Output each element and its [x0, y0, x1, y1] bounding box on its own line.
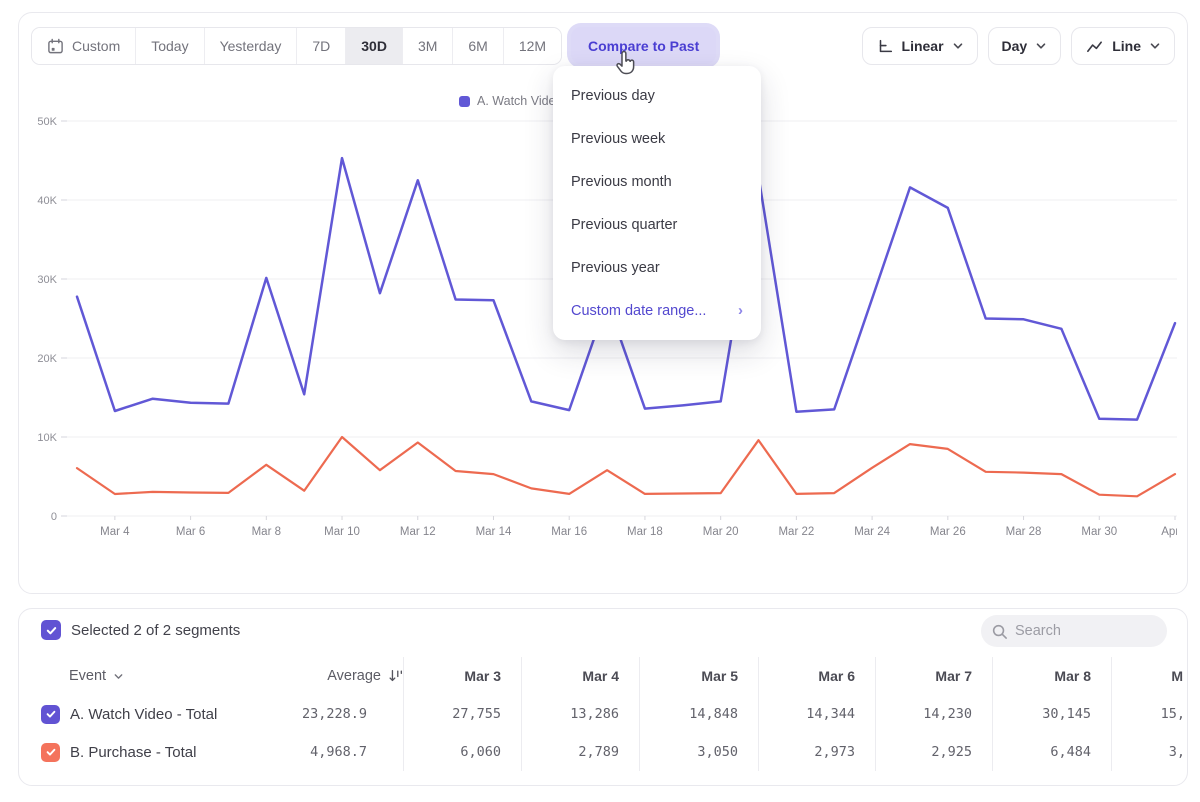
cell-value: 14,230 — [875, 695, 992, 733]
preset-today-button[interactable]: Today — [135, 28, 203, 64]
chevron-right-icon: › — [738, 302, 743, 319]
svg-text:40K: 40K — [37, 195, 57, 207]
cell-value: 30,145 — [992, 695, 1111, 733]
segments-header: Selected 2 of 2 segments — [19, 609, 1187, 653]
svg-text:Mar 18: Mar 18 — [627, 526, 663, 538]
preset-custom-button[interactable]: Custom — [32, 28, 135, 64]
sort-descending-icon — [388, 668, 404, 684]
preset-7d-button[interactable]: 7D — [296, 28, 345, 64]
granularity-dropdown-button[interactable]: Day — [988, 27, 1062, 65]
cell-value: 14,344 — [758, 695, 875, 733]
search-icon — [991, 623, 1008, 640]
legend-swatch — [459, 96, 470, 107]
svg-text:30K: 30K — [37, 274, 57, 286]
selected-segments-label: Selected 2 of 2 segments — [71, 622, 240, 639]
column-header-mar6[interactable]: Mar 6 — [758, 657, 875, 695]
segments-table: Event Average Mar 3 Mar 4 Mar 5 Mar 6 Ma… — [19, 657, 1187, 771]
svg-text:Mar 12: Mar 12 — [400, 526, 436, 538]
check-icon — [45, 624, 58, 637]
linear-axis-icon — [876, 37, 894, 55]
svg-text:Mar 10: Mar 10 — [324, 526, 360, 538]
cell-value: 6,484 — [992, 733, 1111, 771]
svg-text:10K: 10K — [37, 432, 57, 444]
menu-item-previous-year[interactable]: Previous year — [553, 246, 761, 289]
legend-label: A. Watch Video — [477, 94, 562, 108]
cell-value-clipped: 3, — [1111, 733, 1187, 771]
column-header-mar4[interactable]: Mar 4 — [521, 657, 639, 695]
preset-3m-button[interactable]: 3M — [402, 28, 452, 64]
cell-value: 6,060 — [403, 733, 521, 771]
chevron-down-icon — [952, 40, 964, 52]
cell-value: 14,848 — [639, 695, 758, 733]
svg-text:Mar 20: Mar 20 — [703, 526, 739, 538]
column-header-average[interactable]: Average — [285, 657, 403, 695]
svg-text:Mar 6: Mar 6 — [176, 526, 205, 538]
column-header-mar7[interactable]: Mar 7 — [875, 657, 992, 695]
chevron-down-icon — [1035, 40, 1047, 52]
compare-to-past-menu: Previous day Previous week Previous mont… — [553, 66, 761, 340]
svg-text:Mar 16: Mar 16 — [551, 526, 587, 538]
svg-text:Mar 4: Mar 4 — [100, 526, 130, 538]
column-header-mar8[interactable]: Mar 8 — [992, 657, 1111, 695]
cell-value: 2,925 — [875, 733, 992, 771]
svg-text:Mar 26: Mar 26 — [930, 526, 966, 538]
svg-text:Mar 28: Mar 28 — [1006, 526, 1042, 538]
calendar-icon — [47, 38, 64, 55]
cell-value: 2,789 — [521, 733, 639, 771]
cell-value: 23,228.9 — [285, 695, 403, 733]
svg-text:Mar 22: Mar 22 — [778, 526, 814, 538]
chart-toolbar: Custom Today Yesterday 7D 30D 3M 6M 12M … — [31, 27, 1175, 65]
preset-custom-label: Custom — [72, 38, 120, 54]
cell-value: 4,968.7 — [285, 733, 403, 771]
legend-item-watch-video[interactable]: A. Watch Video — [459, 94, 562, 108]
column-header-mar3[interactable]: Mar 3 — [403, 657, 521, 695]
check-icon — [45, 708, 57, 720]
cell-value: 27,755 — [403, 695, 521, 733]
column-header-mar9-clipped[interactable]: M — [1111, 657, 1187, 695]
svg-text:0: 0 — [51, 511, 57, 523]
svg-text:50K: 50K — [37, 116, 57, 128]
svg-text:Mar 14: Mar 14 — [476, 526, 512, 538]
preset-yesterday-button[interactable]: Yesterday — [204, 28, 297, 64]
chevron-down-icon — [1149, 40, 1161, 52]
svg-text:Mar 30: Mar 30 — [1081, 526, 1117, 538]
svg-text:Mar 8: Mar 8 — [252, 526, 281, 538]
segments-table-card: Selected 2 of 2 segments Event Average — [18, 608, 1188, 786]
table-row-watch-video[interactable]: A. Watch Video - Total — [19, 695, 285, 733]
search-box[interactable] — [981, 615, 1167, 647]
select-all-checkbox[interactable] — [41, 620, 61, 640]
cell-value: 13,286 — [521, 695, 639, 733]
menu-item-previous-quarter[interactable]: Previous quarter — [553, 203, 761, 246]
row-checkbox[interactable] — [41, 743, 60, 762]
row-label: B. Purchase - Total — [70, 744, 196, 761]
chart-type-dropdown-button[interactable]: Line — [1071, 27, 1175, 65]
svg-text:20K: 20K — [37, 353, 57, 365]
menu-item-previous-week[interactable]: Previous week — [553, 117, 761, 160]
mouse-cursor-pointer — [612, 50, 638, 83]
row-checkbox[interactable] — [41, 705, 60, 724]
search-input[interactable] — [1015, 623, 1145, 639]
menu-item-custom-date-range[interactable]: Custom date range... › — [553, 289, 761, 332]
preset-12m-button[interactable]: 12M — [503, 28, 561, 64]
preset-30d-button[interactable]: 30D — [345, 28, 402, 64]
column-header-event[interactable]: Event — [19, 657, 285, 695]
svg-text:Apr 1: Apr 1 — [1161, 526, 1177, 538]
preset-6m-button[interactable]: 6M — [452, 28, 502, 64]
compare-to-past-button[interactable]: Compare to Past — [571, 27, 716, 64]
row-label: A. Watch Video - Total — [70, 706, 217, 723]
table-row-purchase[interactable]: B. Purchase - Total — [19, 733, 285, 771]
menu-item-previous-day[interactable]: Previous day — [553, 74, 761, 117]
scale-dropdown-button[interactable]: Linear — [862, 27, 978, 65]
cell-value-clipped: 15, — [1111, 695, 1187, 733]
column-header-mar5[interactable]: Mar 5 — [639, 657, 758, 695]
svg-text:Mar 24: Mar 24 — [854, 526, 890, 538]
line-chart-icon — [1085, 37, 1104, 56]
date-range-presets: Custom Today Yesterday 7D 30D 3M 6M 12M — [31, 27, 562, 65]
cell-value: 2,973 — [758, 733, 875, 771]
check-icon — [45, 746, 57, 758]
cell-value: 3,050 — [639, 733, 758, 771]
chevron-down-icon — [113, 671, 124, 682]
menu-item-previous-month[interactable]: Previous month — [553, 160, 761, 203]
